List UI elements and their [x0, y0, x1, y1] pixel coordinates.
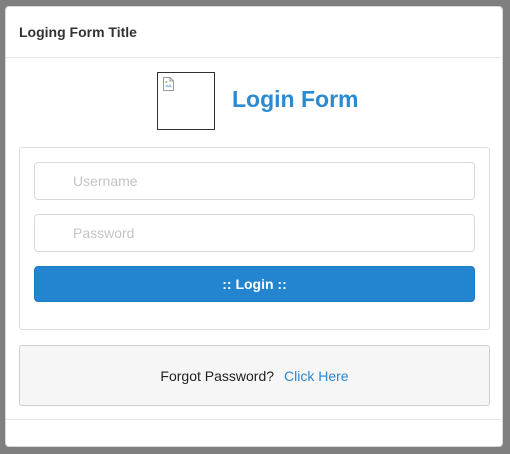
broken-image-icon [163, 77, 174, 91]
brand-row: Login Form [6, 72, 502, 132]
logo-image [157, 72, 215, 130]
forgot-password-text: Forgot Password? [160, 367, 275, 384]
login-form-panel: :: Login :: [19, 147, 490, 330]
login-button[interactable]: :: Login :: [34, 266, 475, 302]
login-modal: Loging Form Title Login Form :: Login ::… [5, 6, 503, 447]
form-heading: Login Form [232, 86, 359, 112]
modal-header: Loging Form Title [6, 7, 502, 58]
forgot-password-panel: Forgot Password? Click Here [19, 345, 490, 406]
password-input[interactable] [34, 214, 475, 252]
modal-footer-divider [6, 419, 502, 420]
username-input[interactable] [34, 162, 475, 200]
forgot-password-link[interactable]: Click Here [284, 368, 349, 384]
modal-title: Loging Form Title [19, 24, 137, 40]
